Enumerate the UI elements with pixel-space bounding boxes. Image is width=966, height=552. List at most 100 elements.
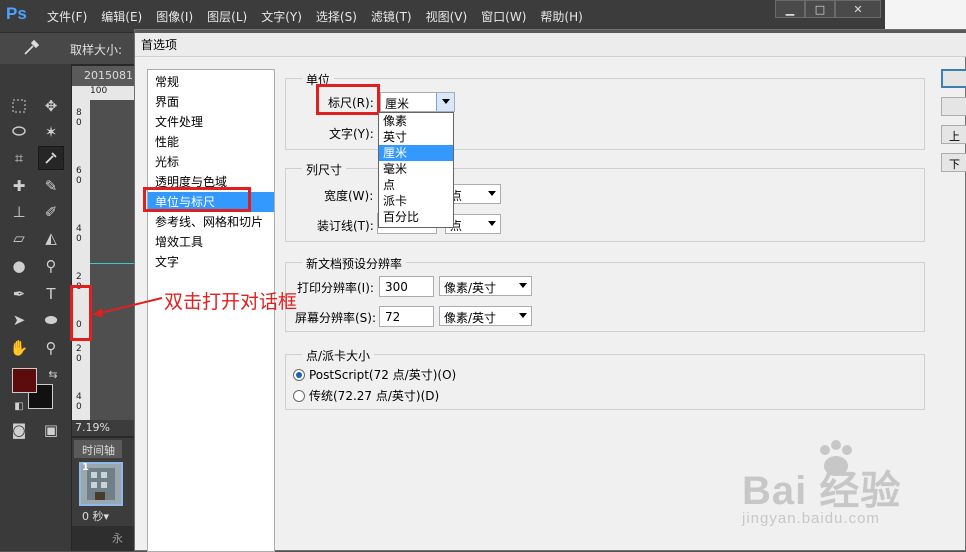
menu-window[interactable]: 窗口(W) xyxy=(481,8,526,25)
chevron-down-icon xyxy=(442,99,450,104)
menu-type[interactable]: 文字(Y) xyxy=(261,8,302,25)
ruler-unit-select[interactable]: 厘米 xyxy=(380,92,455,112)
menu-edit[interactable]: 编辑(E) xyxy=(101,8,142,25)
postscript-radio-row[interactable]: PostScript(72 点/英寸)(O) xyxy=(293,366,456,383)
foreground-color-swatch[interactable] xyxy=(12,368,37,393)
document-tab[interactable]: 2015081 xyxy=(72,66,134,86)
gutter-label: 装订线(T): xyxy=(317,219,374,233)
nav-item-general[interactable]: 常规 xyxy=(148,72,274,92)
ruler-highlight-box xyxy=(316,84,380,115)
brush-icon[interactable]: ✎ xyxy=(38,174,64,198)
cancel-button[interactable] xyxy=(941,97,966,116)
move-icon[interactable]: ✥ xyxy=(38,94,64,118)
postscript-radio[interactable] xyxy=(293,368,305,381)
pen-icon[interactable]: ✒ xyxy=(6,282,32,306)
sample-size-label: 取样大小: xyxy=(70,43,123,57)
ruler-left[interactable]: 8 0 6 0 4 0 2 0 0 2 0 4 0 6 xyxy=(72,100,90,450)
nav-item-plugins[interactable]: 增效工具 xyxy=(148,232,274,252)
menu-filter[interactable]: 滤镜(T) xyxy=(371,8,412,25)
maximize-button[interactable]: □ xyxy=(805,0,835,18)
menu-select[interactable]: 选择(S) xyxy=(316,8,357,25)
menu-layer[interactable]: 图层(L) xyxy=(207,8,247,25)
point-size-legend: 点/派卡大小 xyxy=(302,347,375,364)
blur-icon[interactable]: ● xyxy=(6,254,32,278)
swap-colors-icon[interactable]: ⇆ xyxy=(40,362,66,386)
window-controls: ▁ □ ✕ xyxy=(775,0,881,18)
unit-option-points[interactable]: 点 xyxy=(379,177,453,193)
ruler-tick: 0 xyxy=(76,176,82,186)
resolution-legend: 新文档预设分辨率 xyxy=(302,255,407,272)
next-button[interactable]: 下 xyxy=(941,153,966,172)
nav-item-file-handling[interactable]: 文件处理 xyxy=(148,112,274,132)
menu-image[interactable]: 图像(I) xyxy=(156,8,193,25)
background-window-strip xyxy=(885,0,966,32)
watermark-url: jingyan.baidu.com xyxy=(742,510,880,527)
traditional-radio-row[interactable]: 传统(72.27 点/英寸)(D) xyxy=(293,387,439,404)
menu-file[interactable]: 文件(F) xyxy=(47,8,87,25)
magic-wand-icon[interactable]: ✶ xyxy=(38,120,64,144)
timeline-tab[interactable]: 时间轴 xyxy=(74,440,122,458)
ruler-tick: 4 xyxy=(76,392,82,402)
lasso-icon[interactable] xyxy=(6,120,32,144)
print-resolution-input[interactable]: 300 xyxy=(379,276,434,297)
canvas[interactable] xyxy=(90,100,134,436)
menu-view[interactable]: 视图(V) xyxy=(426,8,468,25)
dialog-title: 首选项 xyxy=(135,30,966,57)
history-brush-icon[interactable]: ✐ xyxy=(38,200,64,224)
zoom-status[interactable]: 7.19% xyxy=(72,420,134,436)
close-button[interactable]: ✕ xyxy=(835,0,881,18)
path-select-icon[interactable]: ➤ xyxy=(6,308,32,332)
minimize-button[interactable]: ▁ xyxy=(775,0,805,18)
print-resolution-unit-select[interactable]: 像素/英寸 xyxy=(439,276,532,296)
type-unit-label: 文字(Y): xyxy=(329,127,374,141)
nav-item-guides[interactable]: 参考线、网格和切片 xyxy=(148,212,274,232)
screen-resolution-input[interactable]: 72 xyxy=(379,306,434,327)
zoom-icon[interactable]: ⚲ xyxy=(38,336,64,360)
eyedropper-icon[interactable] xyxy=(22,39,40,57)
chevron-down-icon xyxy=(519,283,527,288)
nav-item-cursors[interactable]: 光标 xyxy=(148,152,274,172)
crop-icon[interactable]: ⌗ xyxy=(6,146,32,170)
toolbox: ✥ ✶ ⌗ ✚ ✎ ⊥ ✐ ▱ ◭ ● ⚲ ✒ T ➤ ⬬ ✋ ⚲ ⇆ ◧ ◙ … xyxy=(0,64,72,551)
screen-mode-icon[interactable]: ▣ xyxy=(38,418,64,442)
type-icon[interactable]: T xyxy=(38,282,64,306)
ruler-tick: 4 xyxy=(76,224,82,234)
healing-brush-icon[interactable]: ✚ xyxy=(6,174,32,198)
marquee-icon[interactable] xyxy=(6,94,32,118)
screen-resolution-unit-value: 像素/英寸 xyxy=(444,311,497,325)
quick-mask-icon[interactable]: ◙ xyxy=(6,418,32,442)
ruler-tick: 0 xyxy=(76,118,82,128)
traditional-radio[interactable] xyxy=(293,389,305,402)
eraser-icon[interactable]: ▱ xyxy=(6,226,32,250)
unit-option-inches[interactable]: 英寸 xyxy=(379,129,453,145)
ruler-tick: 2 xyxy=(76,344,82,354)
paint-bucket-icon[interactable]: ◭ xyxy=(38,226,64,250)
postscript-label: PostScript(72 点/英寸)(O) xyxy=(309,368,457,382)
nav-item-performance[interactable]: 性能 xyxy=(148,132,274,152)
chevron-down-icon xyxy=(488,221,496,226)
print-resolution-unit-value: 像素/英寸 xyxy=(444,281,497,295)
ruler-tick: 0 xyxy=(76,354,82,364)
unit-option-cm[interactable]: 厘米 xyxy=(379,145,453,161)
nav-item-type[interactable]: 文字 xyxy=(148,252,274,272)
nav-item-interface[interactable]: 界面 xyxy=(148,92,274,112)
default-colors-icon[interactable]: ◧ xyxy=(6,394,32,418)
clone-stamp-icon[interactable]: ⊥ xyxy=(6,200,32,224)
guide-line[interactable] xyxy=(90,263,134,264)
screen-resolution-unit-select[interactable]: 像素/英寸 xyxy=(439,306,532,326)
loop-option[interactable]: 永 xyxy=(72,526,134,551)
frame-delay[interactable]: 0 秒▾ xyxy=(82,508,109,524)
unit-option-pixels[interactable]: 像素 xyxy=(379,113,453,129)
ruler-tick: 0 xyxy=(76,402,82,412)
unit-option-mm[interactable]: 毫米 xyxy=(379,161,453,177)
unit-option-picas[interactable]: 派卡 xyxy=(379,193,453,209)
ellipse-icon[interactable]: ⬬ xyxy=(38,308,64,332)
title-accent xyxy=(135,30,966,33)
prev-button[interactable]: 上 xyxy=(941,125,966,144)
ok-button[interactable] xyxy=(941,69,966,88)
dodge-icon[interactable]: ⚲ xyxy=(38,254,64,278)
menu-help[interactable]: 帮助(H) xyxy=(540,8,582,25)
eyedropper-tool-icon[interactable] xyxy=(38,146,64,170)
unit-option-percent[interactable]: 百分比 xyxy=(379,209,453,225)
hand-icon[interactable]: ✋ xyxy=(6,336,32,360)
